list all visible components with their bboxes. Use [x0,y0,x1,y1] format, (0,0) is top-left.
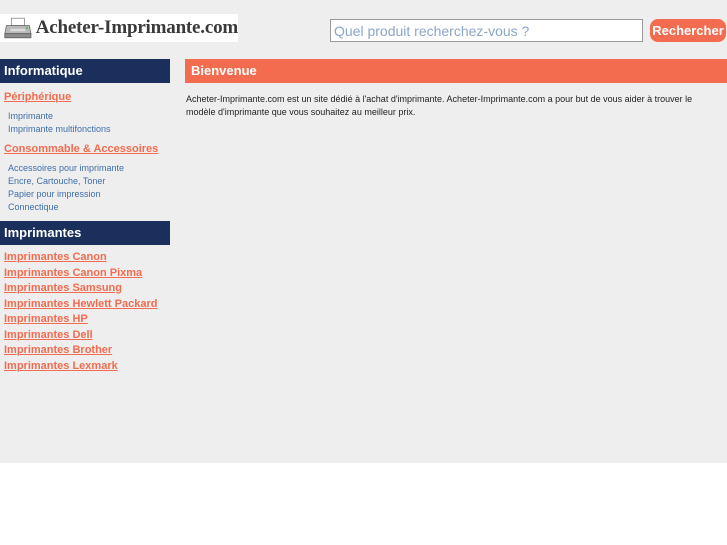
printer-icon [4,17,32,39]
page: Acheter-Imprimante.com Rechercher Inform… [0,0,727,545]
brand-link-canon-pixma[interactable]: Imprimantes Canon Pixma [0,266,170,282]
logo-text: Acheter-Imprimante.com [35,17,238,38]
brand-link-dell[interactable]: Imprimantes Dell [0,328,170,344]
category-link-consommable[interactable]: Consommable & Accessoires [0,142,170,156]
site-logo[interactable]: Acheter-Imprimante.com [0,14,238,42]
brand-link-samsung[interactable]: Imprimantes Samsung [0,281,170,297]
sublink-accessoires[interactable]: Accessoires pour imprimante [0,162,170,175]
category-link-peripherique[interactable]: Périphérique [0,90,170,104]
sublink-encre-cartouche-toner[interactable]: Encre, Cartouche, Toner [0,175,170,188]
brand-link-hp[interactable]: Imprimantes HP [0,312,170,328]
sublink-imprimante[interactable]: Imprimante [0,110,170,123]
sidebar-header-imprimantes: Imprimantes [0,221,170,245]
brand-link-canon[interactable]: Imprimantes Canon [0,250,170,266]
sidebar: Informatique Périphérique Imprimante Imp… [0,59,170,374]
brand-link-hewlett-packard[interactable]: Imprimantes Hewlett Packard [0,297,170,313]
search-button[interactable]: Rechercher [650,19,726,42]
sidebar-header-informatique: Informatique [0,59,170,83]
welcome-header: Bienvenue [185,59,727,83]
sublink-imprimante-multifonctions[interactable]: Imprimante multifonctions [0,123,170,136]
sublink-papier[interactable]: Papier pour impression [0,188,170,201]
welcome-text: Acheter-Imprimante.com est un site dédié… [186,94,693,117]
brand-link-lexmark[interactable]: Imprimantes Lexmark [0,359,170,375]
sublink-connectique[interactable]: Connectique [0,201,170,214]
brand-link-brother[interactable]: Imprimantes Brother [0,343,170,359]
search-input[interactable] [330,19,643,42]
